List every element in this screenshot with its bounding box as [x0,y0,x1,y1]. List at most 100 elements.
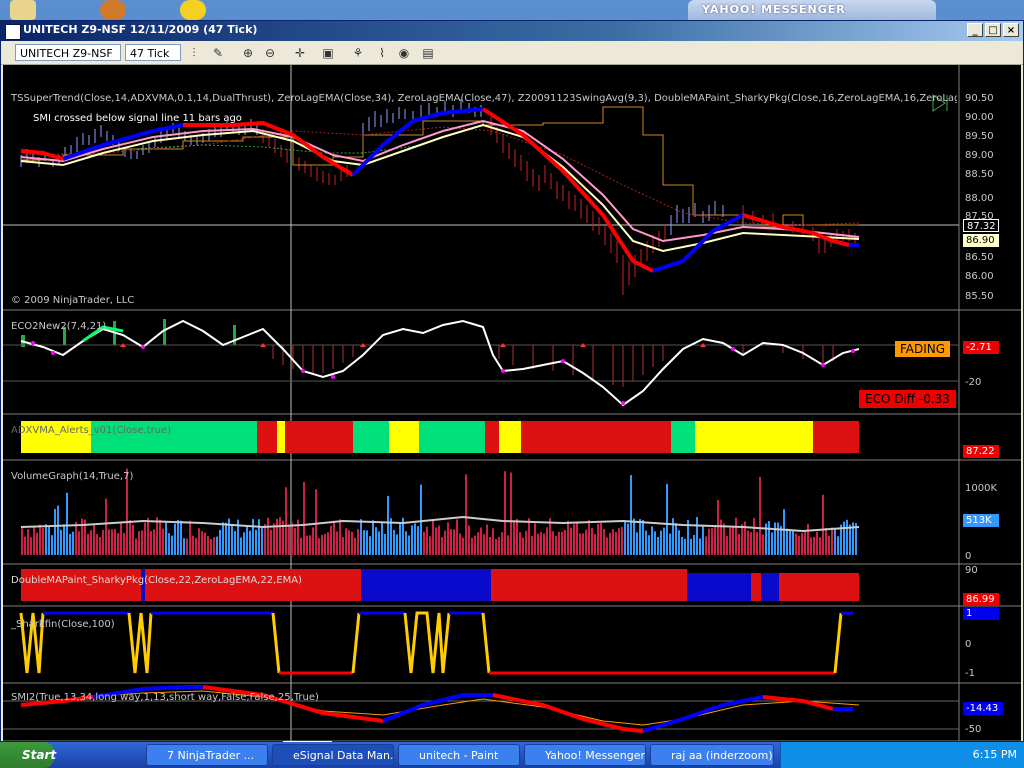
volume-bar [48,526,50,555]
volume-bar [789,530,791,555]
volume-bar [264,524,266,555]
volume-bar [39,524,41,555]
yahoo-messenger-window-title[interactable]: YAHOO! MESSENGER [688,0,936,20]
volume-bar [144,522,146,555]
drawing-tool-icon[interactable]: ✎ [209,45,227,61]
taskbar-item-ninjatrader[interactable]: 7 NinjaTrader ... [146,744,268,766]
desktop-icon-firefox[interactable] [100,0,126,20]
volume-bar [258,519,260,555]
volume-bar [36,532,38,555]
current-price-tag: 86.90 [963,234,999,247]
volume-bar [162,528,164,555]
volume-bar [690,538,692,555]
minimize-button[interactable]: _ [967,23,983,37]
volume-bar [507,535,509,555]
close-button[interactable]: × [1003,23,1019,37]
start-button[interactable]: Start [0,742,56,768]
volume-bar [774,522,776,555]
volume-bar [684,538,686,555]
volume-bar [822,494,824,555]
instrument-selector[interactable]: UNITECH Z9-NSF [15,44,121,61]
volume-bar [45,524,47,555]
volume-bar [804,531,806,555]
volume-bar [633,518,635,555]
volume-bar [441,537,443,555]
volume-bar [174,523,176,555]
volume-bar [453,529,455,555]
window-titlebar[interactable]: UNITECH Z9-NSF 12/11/2009 (47 Tick) _ □ … [1,21,1023,41]
properties-icon[interactable]: ▣ [319,45,337,61]
volume-bar [516,518,518,555]
currency-icon[interactable]: ◉ [395,45,413,61]
adx-value-tag: 87.22 [963,445,999,458]
volume-bar [87,533,89,555]
taskbar-item-paint[interactable]: unitech - Paint [398,744,520,766]
volume-bar [768,521,770,555]
volume-bar [723,523,725,555]
volume-bar [303,482,305,555]
price-tick: 89.50 [965,131,994,142]
zoom-out-icon[interactable]: ⊖ [261,45,279,61]
crosshair-icon[interactable]: ✛ [291,45,309,61]
taskbar-item-chat[interactable]: raj aa (inderzoom) [650,744,774,766]
data-box-icon[interactable]: ▤ [419,45,437,61]
volume-bar [513,522,515,555]
volume-bar [66,492,68,555]
volume-bar [270,529,272,555]
volume-bar [675,523,677,555]
volume-bar [570,527,572,555]
volume-bar [657,536,659,555]
volume-bar [741,524,743,555]
volume-bar [798,535,800,555]
volume-bar [249,530,251,555]
volume-bar [681,536,683,555]
desktop-icon-folder[interactable] [10,0,36,20]
volume-bar [792,531,794,555]
volume-bar [702,526,704,555]
volume-bar [816,531,818,555]
volume-bar [72,531,74,555]
sharkfin-value-tag: 1 [963,607,999,620]
volume-bar [240,537,242,555]
volume-bar [495,538,497,555]
volume-bar [342,537,344,555]
volume-bar [762,534,764,555]
volume-bar [699,538,701,555]
supertrend-blue-2 [351,107,484,177]
taskbar-item-yahoo[interactable]: Yahoo! Messenger [524,744,646,766]
smi-blue-3 [642,695,764,733]
maximize-button[interactable]: □ [985,23,1001,37]
volume-bar [648,535,650,555]
volume-bar [207,535,209,555]
volume-bar [318,538,320,555]
price-tick: 86.50 [965,252,994,263]
volume-bar [729,527,731,555]
sharkfin-tick: -1 [965,668,975,679]
copyright-label: © 2009 NinjaTrader, LLC [11,295,135,306]
volume-bar [204,532,206,555]
strategies-icon[interactable]: ⌇ [373,45,391,61]
eco-diff-badge: ECO Diff -0.33 [859,390,956,408]
desktop-icon-messenger[interactable] [180,0,206,20]
eco-tick: -20 [965,377,982,388]
volume-bar [99,537,101,555]
volume-bar [381,522,383,555]
indicators-icon[interactable]: ⚘ [349,45,367,61]
volume-bar [642,519,644,555]
volume-bar [777,522,779,555]
zoom-in-icon[interactable]: ⊕ [239,45,257,61]
volume-bar [24,536,26,555]
volume-bar [156,517,158,555]
interval-selector[interactable]: 47 Tick [125,44,181,61]
volume-bar [396,534,398,555]
volume-bar [591,528,593,555]
volume-bar [843,521,845,555]
volume-bar [597,523,599,555]
bar-type-icon[interactable]: ⫶ [185,45,203,61]
volume-bar [327,532,329,555]
price-tick: 90.50 [965,93,994,104]
volume-bar [540,531,542,555]
chart-area[interactable]: TSSuperTrend(Close,14,ADXVMA,0.1,14,Dual… [3,65,1021,741]
volume-bar [33,526,35,555]
taskbar-item-esignal[interactable]: eSignal Data Man... [272,744,394,766]
